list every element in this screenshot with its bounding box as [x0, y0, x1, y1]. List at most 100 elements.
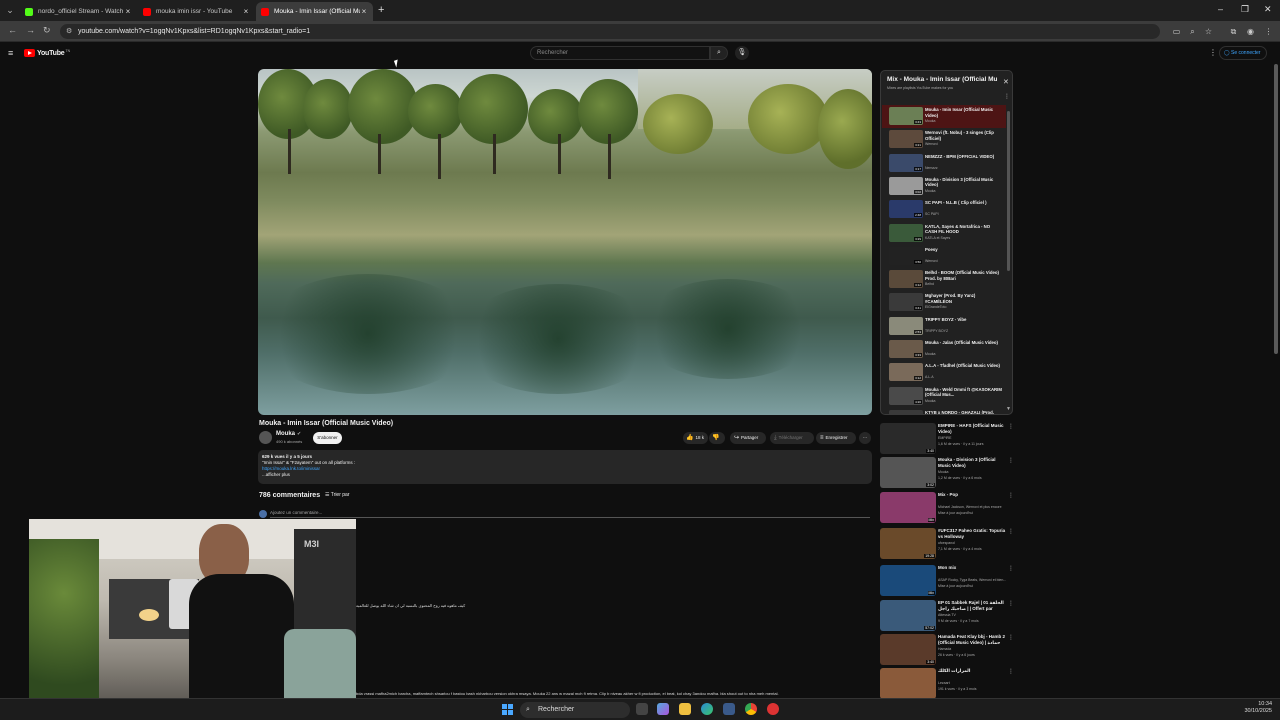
copilot-icon[interactable] [657, 703, 669, 715]
system-clock[interactable]: 10:34 30/10/2025 [1236, 701, 1272, 715]
youtube-logo[interactable]: YouTube TN [24, 49, 70, 57]
playlist-item-title[interactable]: Belhd - BOOM (Official Music Video) Prod… [925, 270, 1003, 281]
playlist-item-title[interactable]: Mouka - Division 3 (Official Music Video… [925, 177, 1003, 188]
playlist-thumbnail[interactable]: 3:50 [889, 246, 923, 265]
app-icon[interactable] [767, 703, 779, 715]
playlist-thumbnail[interactable]: 3:29 [889, 223, 923, 242]
playlist-item[interactable]: 3:41 Mghayer (Prod. By Yanz) #CAMÉLÉON ElG… [882, 291, 1006, 314]
back-arrow-icon[interactable]: ← [8, 25, 17, 35]
playlist-thumbnail[interactable]: 3:17 [889, 153, 923, 172]
related-channel[interactable]: ufcespanol [938, 541, 955, 545]
reload-icon[interactable]: ↻ [43, 25, 51, 36]
playlist-item[interactable]: 3:02 Mouka - Division 3 (Official Music V… [882, 175, 1006, 198]
playlist-item[interactable]: 3:33 Mouka - Jalas (Official Music Video)… [882, 338, 1006, 361]
related-title[interactable]: Mix - Pop [938, 492, 1006, 498]
playlist-thumbnail[interactable]: 3:21 [889, 130, 923, 149]
related-thumbnail[interactable] [880, 668, 936, 699]
playlist-title[interactable]: Mix - Mouka - Imin Issar (Official Music… [887, 76, 997, 83]
tab-close-icon[interactable]: × [360, 7, 368, 16]
more-vert-icon[interactable]: ⋮ [1008, 528, 1014, 535]
related-channel[interactable]: Michael Jackson, Wernovi et plus encore [938, 505, 1002, 509]
subscribe-button[interactable]: S'abonner [313, 432, 342, 444]
related-video[interactable]: 3:40 EMPIRE - HAFS (Official Music Video)… [880, 423, 1015, 455]
task-view-icon[interactable] [636, 703, 648, 715]
cast-icon[interactable]: ▭ [1172, 27, 1181, 36]
chrome-icon[interactable] [745, 703, 757, 715]
like-button[interactable]: 👍 18 k [683, 432, 708, 444]
download-button[interactable]: ⤓ Télécharger [770, 432, 814, 444]
playlist-item-title[interactable]: Mouka - Weld Ommi ft @KASOKARIM (Officia… [925, 387, 1003, 398]
related-video[interactable]: Mix Mon mix ASAP Rocky, Tyga Beats, Wernov… [880, 565, 1015, 597]
playlist-item-title[interactable]: KATLA, Sayes & Nortafrica - NO CASH FIL … [925, 224, 1003, 235]
playlist-item-title[interactable]: A.L.A - Tfadhel (Official Music Video) [925, 363, 1003, 369]
file-explorer-icon[interactable] [679, 703, 691, 715]
playlist-item-title[interactable]: Mghayer (Prod. By Yanz) #CAMÉLÉON [925, 293, 1003, 304]
related-thumbnail[interactable]: 3:40 [880, 423, 936, 454]
playlist-item-title[interactable]: Wernovi (ft. Nobu) - 3 singes (Clip Offi… [925, 130, 1003, 141]
playlist-thumbnail[interactable]: 3:12 [889, 270, 923, 289]
related-video[interactable]: المزارات الكلك Lezaart 191 k vues · il y a… [880, 668, 1015, 700]
related-video[interactable]: 57:02 EP 01 Sabbek Rajel | 01 الحلقة | صا… [880, 600, 1015, 632]
more-vert-icon[interactable]: ⋮ [1008, 634, 1014, 641]
bookmark-star-icon[interactable]: ☆ [1204, 27, 1213, 36]
playlist-item[interactable]: 3:12 A.L.A - Tfadhel (Official Music Vide… [882, 361, 1006, 384]
related-title[interactable]: #UFC317 Paheo Gratis: Topuria vs Hollowa… [938, 528, 1006, 540]
sign-in-button[interactable]: ◯ Se connecter [1219, 46, 1267, 60]
windows-start-icon[interactable] [502, 704, 513, 715]
browser-tab-yt-search[interactable]: mouka imin issr - YouTube × [138, 2, 255, 21]
playlist-thumbnail[interactable]: 3:12 [889, 363, 923, 382]
sort-comments-button[interactable]: ☰ Trier par [325, 492, 350, 498]
related-thumbnail[interactable]: Mix [880, 492, 936, 523]
playlist-item[interactable]: 3:17 NEMZZZ - BPM (OFFICIAL VIDEO) Nemzzz [882, 152, 1006, 175]
taskbar-search[interactable]: ⌕ Rechercher [520, 702, 630, 718]
playlist-item[interactable]: 2:53 TRIPPY BOYZ - Vibe TRIPPY BOYZ [882, 315, 1006, 338]
close-window-icon[interactable]: ✕ [1264, 4, 1272, 15]
microsoft-store-icon[interactable] [723, 703, 735, 715]
address-bar[interactable]: ⚙ youtube.com/watch?v=1ogqNv1Kpxs&list=R… [60, 24, 1160, 39]
related-video[interactable]: 3:02 Mouka - Division 3 (Official Music V… [880, 457, 1015, 489]
channel-avatar[interactable] [259, 431, 272, 444]
playlist-thumbnail[interactable]: 2:53 [889, 316, 923, 335]
related-video[interactable]: 19:28 #UFC317 Paheo Gratis: Topuria vs Ho… [880, 528, 1015, 560]
related-channel[interactable]: ASAP Rocky, Tyga Beats, Wernovi et bien.… [938, 578, 1006, 582]
browser-tab-kick[interactable]: nordo_officiel Stream - Watch L × [20, 2, 137, 21]
more-vert-icon[interactable]: ⋮ [1008, 457, 1014, 464]
playlist-item[interactable]: 2:48 SC PAPI - N.L.B ( Clip officiel ) SC … [882, 198, 1006, 221]
playlist-thumbnail[interactable]: 3:41 [889, 293, 923, 312]
related-title[interactable]: EMPIRE - HAFS (Official Music Video) [938, 423, 1006, 435]
playlist-item[interactable]: 3:50 Poesy Wernovi [882, 245, 1006, 268]
minimize-icon[interactable]: – [1218, 4, 1223, 14]
settings-more-icon[interactable]: ⋮ [1209, 48, 1217, 57]
scroll-down-arrow-icon[interactable]: ▼ [1006, 406, 1011, 412]
tab-search-icon[interactable]: ⌄ [5, 5, 15, 15]
playlist-menu-icon[interactable]: ⋮ [1004, 93, 1010, 100]
related-title[interactable]: المزارات الكلك [938, 668, 1006, 674]
close-icon[interactable]: ✕ [1003, 78, 1009, 86]
share-button[interactable]: ↪ Partager [730, 432, 766, 444]
related-title[interactable]: Mouka - Division 3 (Official Music Video… [938, 457, 1006, 469]
more-vert-icon[interactable]: ⋮ [1008, 423, 1014, 430]
playlist-item[interactable]: 3:43 Mouka - Imin Issar (Official Music V… [882, 105, 1006, 128]
search-input[interactable]: Rechercher [530, 46, 710, 60]
related-thumbnail[interactable]: Mix [880, 565, 936, 596]
profile-icon[interactable]: ◉ [1246, 27, 1255, 36]
playlist-item[interactable]: 3:12 Belhd - BOOM (Official Music Video) … [882, 268, 1006, 291]
tab-close-icon[interactable]: × [242, 7, 250, 16]
maximize-icon[interactable]: ❐ [1241, 4, 1249, 15]
related-title[interactable]: EP 01 Sabbek Rajel | 01 الحلقة | صاحبك ر… [938, 600, 1006, 612]
related-channel[interactable]: Mouka [938, 470, 949, 474]
playlist-item[interactable]: 3:21 Wernovi (ft. Nobu) - 3 singes (Clip … [882, 128, 1006, 151]
more-vert-icon[interactable]: ⋮ [1008, 600, 1014, 607]
related-thumbnail[interactable]: 19:28 [880, 528, 936, 559]
playlist-item-title[interactable]: NEMZZZ - BPM (OFFICIAL VIDEO) [925, 154, 1003, 160]
browser-tab-yt-video[interactable]: Mouka - Imin Issar (Official Mu × [256, 2, 373, 21]
related-video[interactable]: 3:40 Hamada Feat Klay bbj - Hamb 2 (Offic… [880, 634, 1015, 666]
browser-menu-icon[interactable]: ⋮ [1264, 27, 1273, 36]
forward-arrow-icon[interactable]: → [26, 25, 35, 35]
zoom-icon[interactable]: ⌕ [1188, 27, 1197, 36]
video-player[interactable] [258, 69, 872, 415]
related-channel[interactable]: Lezaart [938, 681, 950, 685]
playlist-thumbnail[interactable]: 3:43 [889, 107, 923, 125]
add-comment-input[interactable]: Ajoutez un commentaire... [270, 510, 870, 518]
playlist-item-title[interactable]: SC PAPI - N.L.B ( Clip officiel ) [925, 200, 1003, 206]
